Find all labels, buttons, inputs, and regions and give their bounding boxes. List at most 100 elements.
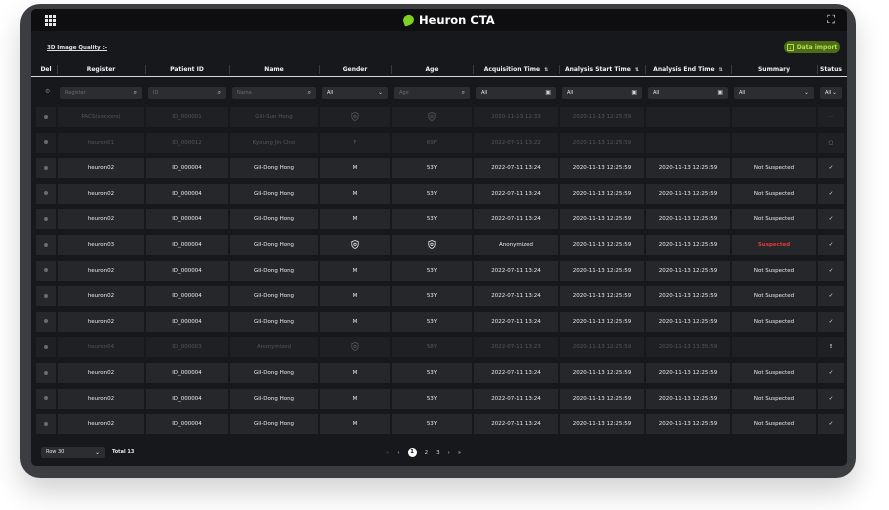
cell-age: 53Y — [392, 388, 472, 409]
cell-gender — [320, 107, 390, 127]
prev-page-icon[interactable]: ‹ — [397, 450, 399, 456]
column-header-label: Del — [40, 66, 52, 73]
cell-summary — [732, 132, 816, 153]
cell-age: 53Y — [392, 183, 472, 204]
column-header-label: Status — [820, 66, 842, 73]
column-divider — [319, 65, 320, 74]
cell-del — [36, 337, 56, 358]
row-select-radio[interactable] — [44, 216, 48, 221]
column-divider — [645, 65, 646, 74]
cell-del — [36, 311, 56, 332]
column-header-start[interactable]: Analysis Start Time ⇅ — [560, 63, 644, 76]
cell-end: 2020-11-13 12:25:59 — [646, 183, 730, 204]
row-select-radio[interactable] — [44, 396, 48, 401]
cell-gender: M — [320, 260, 390, 281]
gender-filter-select[interactable]: All ⌄ — [322, 87, 388, 99]
table-row[interactable]: heuron02 ID_000004 Gil-Dong Hong M 53Y 2022-0… — [31, 183, 847, 204]
sort-icon[interactable]: ⇅ — [544, 67, 548, 73]
status-complete-icon: ✓ — [818, 158, 844, 179]
cell-name: Gil-Dong Hong — [230, 363, 318, 383]
table-row[interactable]: heuron01 ID_000012 Kyoung Jin Choi F 69F 2022… — [31, 132, 847, 153]
column-divider — [229, 65, 230, 74]
cell-end: 2020-11-13 13:35:59 — [646, 337, 730, 358]
row-select-radio[interactable] — [44, 114, 48, 119]
next-page-icon[interactable]: › — [448, 450, 450, 456]
start-date-filter[interactable]: All ▣ — [562, 87, 642, 99]
column-header-label: Register — [86, 66, 116, 73]
table-row[interactable]: heuron03 ID_000004 Gil-Dong Hong Anonymized… — [31, 235, 847, 255]
age-filter-input[interactable]: Age ⌕ — [394, 87, 470, 99]
cell-age: 53Y — [392, 363, 472, 383]
anonymized-shield-icon — [351, 112, 359, 121]
row-select-radio[interactable] — [44, 344, 48, 349]
summary-filter-select[interactable]: All ⌄ — [734, 87, 814, 99]
page-number[interactable]: 3 — [436, 450, 440, 456]
row-select-radio[interactable] — [44, 165, 48, 170]
image-quality-link[interactable]: 3D Image Quality :- — [47, 45, 107, 51]
page-number[interactable]: 2 — [425, 450, 429, 456]
sort-icon[interactable]: ⇅ — [635, 67, 639, 73]
row-select-radio[interactable] — [44, 140, 48, 145]
table-row[interactable]: heuron04 ID_000003 Anonymized 58Y 2022-07-11… — [31, 337, 847, 358]
cell-end — [646, 107, 730, 127]
cell-acq: 2022-07-11 13:24 — [474, 209, 558, 230]
column-divider — [57, 65, 58, 74]
last-page-icon[interactable]: » — [458, 450, 461, 456]
register-filter-input[interactable]: Register ⌕ — [60, 87, 142, 99]
row-select-radio[interactable] — [44, 421, 48, 426]
cell-acq: 2022-07-11 13:24 — [474, 363, 558, 383]
first-page-icon[interactable]: « — [386, 450, 389, 456]
cell-end: 2020-11-13 12:25:59 — [646, 235, 730, 255]
app-grid-icon[interactable] — [45, 15, 56, 26]
sort-icon[interactable]: ⇅ — [719, 67, 723, 73]
table-row[interactable]: PACS(xxcxxrs) ID_000001 Gill-Sun Hong 2020-… — [31, 107, 847, 127]
row-select-radio[interactable] — [44, 370, 48, 375]
cell-start: 2020-11-13 12:25:59 — [560, 260, 644, 281]
cell-name: Gil-Dong Hong — [230, 260, 318, 281]
cell-summary: Not Suspected — [732, 414, 816, 435]
cell-name: Gil-Dong Hong — [230, 286, 318, 307]
column-header-end[interactable]: Analysis End Time ⇅ — [646, 63, 730, 76]
cell-summary: Not Suspected — [732, 209, 816, 230]
table-row[interactable]: heuron02 ID_000004 Gil-Dong Hong M 53Y 2022-0… — [31, 414, 847, 435]
table-row[interactable]: heuron02 ID_000004 Gil-Dong Hong M 53Y 2022-0… — [31, 209, 847, 230]
column-divider — [559, 65, 560, 74]
row-select-radio[interactable] — [44, 293, 48, 298]
end-date-filter[interactable]: All ▣ — [648, 87, 728, 99]
table-row[interactable]: heuron02 ID_000004 Gil-Dong Hong M 53Y 2022-0… — [31, 260, 847, 281]
calendar-icon: ▣ — [717, 89, 723, 96]
search-icon: ⌕ — [461, 89, 465, 96]
name-filter-input[interactable]: Name ⌕ — [232, 87, 316, 99]
status-filter-select[interactable]: All ⌄ — [820, 87, 842, 99]
cell-end: 2020-11-13 12:25:59 — [646, 388, 730, 409]
cell-pid: ID_000004 — [146, 183, 228, 204]
cell-pid: ID_000004 — [146, 286, 228, 307]
row-select-radio[interactable] — [44, 319, 48, 324]
cell-age: 58Y — [392, 337, 472, 358]
row-select-radio[interactable] — [44, 242, 48, 247]
cell-acq: 2022-07-11 13:24 — [474, 183, 558, 204]
column-header-acq[interactable]: Acquisition Time ⇅ — [474, 63, 558, 76]
row-select-radio[interactable] — [44, 191, 48, 196]
table-row[interactable]: heuron02 ID_000004 Gil-Dong Hong M 53Y 2022-0… — [31, 158, 847, 179]
cell-end: 2020-11-13 12:25:59 — [646, 260, 730, 281]
table-row[interactable]: heuron02 ID_000004 Gil-Dong Hong M 53Y 2022-0… — [31, 388, 847, 409]
fullscreen-icon[interactable]: ⛶ — [827, 14, 835, 25]
gear-icon[interactable]: ⚙ — [45, 89, 51, 95]
table-row[interactable]: heuron02 ID_000004 Gil-Dong Hong M 53Y 2022-0… — [31, 286, 847, 307]
cell-pid: ID_000004 — [146, 311, 228, 332]
search-icon: ⌕ — [217, 89, 221, 96]
table-row[interactable]: heuron02 ID_000004 Gil-Dong Hong M 53Y 2022-0… — [31, 311, 847, 332]
cell-end: 2020-11-13 12:25:59 — [646, 363, 730, 383]
row-select-radio[interactable] — [44, 268, 48, 273]
page-number[interactable]: 1 — [407, 448, 417, 457]
cell-name: Gil-Dong Hong — [230, 158, 318, 179]
acquisition-date-filter[interactable]: All ▣ — [476, 87, 556, 99]
data-import-button[interactable]: ↓ Data import — [784, 41, 840, 53]
status-complete-icon: ✓ — [818, 414, 844, 435]
cell-pid: ID_000003 — [146, 337, 228, 358]
cell-start: 2020-11-13 12:25:59 — [560, 107, 644, 127]
rows-per-page-select[interactable]: Row 30 ⌄ — [41, 447, 105, 458]
id-filter-input[interactable]: ID ⌕ — [148, 87, 226, 99]
table-row[interactable]: heuron02 ID_000004 Gil-Dong Hong M 53Y 2022-0… — [31, 363, 847, 383]
